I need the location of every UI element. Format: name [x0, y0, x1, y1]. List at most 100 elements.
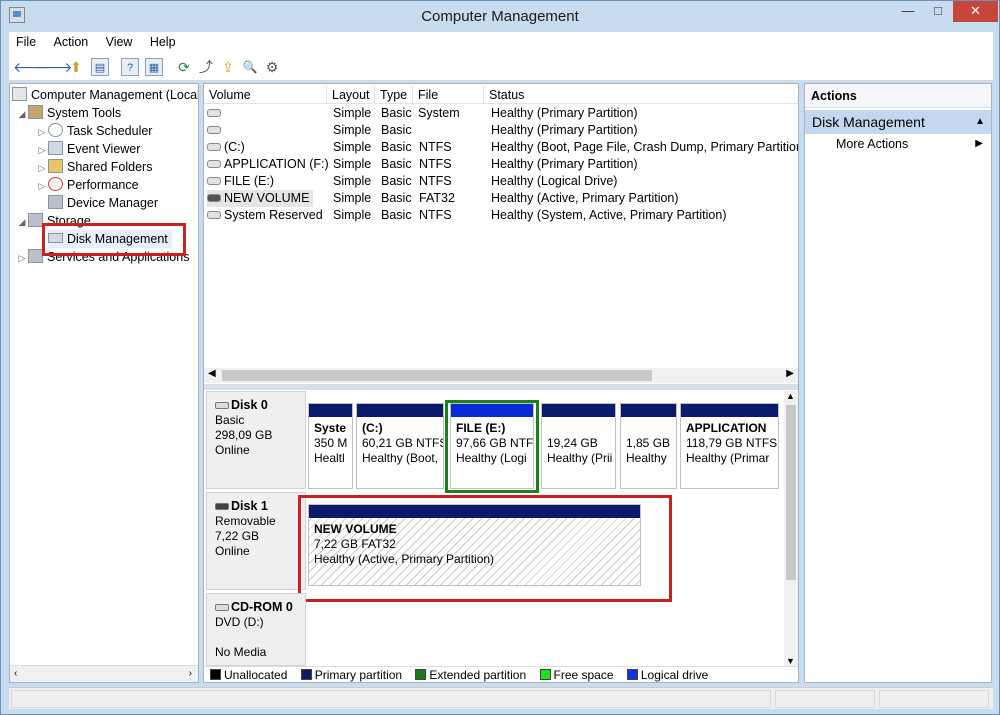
partition-system-reserved[interactable]: Syste 350 M Healtl	[308, 403, 353, 489]
minimize-button[interactable]: —	[893, 1, 923, 22]
partition-unlabeled-19gb[interactable]: 19,24 GB Healthy (Prii	[541, 403, 616, 489]
status-segment	[879, 690, 989, 708]
navigation-tree: Computer Management (Local ◢ System Tools…	[9, 83, 199, 683]
column-volume[interactable]: Volume	[204, 86, 327, 104]
volume-icon	[207, 211, 221, 219]
scroll-left-icon[interactable]: ◀	[208, 368, 216, 379]
tree-item-computer-management[interactable]: Computer Management (Local	[12, 86, 198, 104]
column-layout[interactable]: Layout	[327, 86, 375, 104]
legend-swatch-unallocated	[210, 669, 221, 680]
menu-help[interactable]: Help	[143, 32, 183, 52]
volume-row[interactable]: Simple Basic Healthy (Primary Partition)	[204, 105, 798, 122]
tree-item-task-scheduler[interactable]: ▷ Task Scheduler	[36, 122, 152, 140]
disk-drive-icon	[215, 402, 229, 409]
volume-row[interactable]: Simple Basic Healthy (Primary Partition)	[204, 122, 798, 139]
volume-list-header: Volume Layout Type File System Status	[204, 86, 798, 120]
tree-item-storage[interactable]: ◢ Storage	[16, 212, 91, 230]
tree-item-shared-folders[interactable]: ▷ Shared Folders	[36, 158, 152, 176]
status-segment	[775, 690, 875, 708]
column-status[interactable]: Status	[484, 86, 798, 104]
scroll-up-icon[interactable]: ▲	[786, 391, 795, 401]
volume-row[interactable]: FILE (E:) Simple Basic NTFS Healthy (Log…	[204, 173, 798, 190]
find-icon[interactable]: 🔍	[241, 58, 259, 76]
back-arrow-icon[interactable]: 🡐	[13, 58, 51, 76]
shared-folder-icon	[48, 159, 63, 173]
volume-row[interactable]: System Reserved Simple Basic NTFS Health…	[204, 207, 798, 224]
close-button[interactable]: ✕	[953, 1, 998, 22]
tree-item-performance[interactable]: ▷ Performance	[36, 176, 139, 194]
scrollbar-thumb[interactable]	[786, 405, 796, 580]
disk-1-header[interactable]: Disk 1 Removable 7,22 GB Online	[206, 492, 306, 590]
refresh-icon[interactable]: ⟳	[175, 58, 193, 76]
collapse-up-icon[interactable]: ▲	[975, 110, 985, 134]
tree-item-device-manager[interactable]: Device Manager	[48, 194, 158, 212]
collapse-arrow-icon[interactable]: ◢	[16, 105, 28, 123]
volume-row-selected[interactable]: NEW VOLUME Simple Basic FAT32 Healthy (A…	[204, 190, 798, 207]
menu-bar: File Action View Help	[9, 32, 993, 54]
actions-section-disk-management[interactable]: Disk Management ▲	[805, 110, 991, 134]
clock-icon	[48, 123, 63, 137]
disk-0-header[interactable]: Disk 0 Basic 298,09 GB Online	[206, 391, 306, 489]
partition-application-f[interactable]: APPLICATION 118,79 GB NTFS Healthy (Primar	[680, 403, 779, 489]
legend-swatch-primary	[300, 669, 312, 680]
removable-drive-icon	[207, 194, 221, 202]
expand-arrow-icon[interactable]: ▷	[36, 141, 48, 159]
volume-icon	[207, 160, 221, 168]
volume-row[interactable]: APPLICATION (F:) Simple Basic NTFS Healt…	[204, 156, 798, 173]
submenu-arrow-icon: ▶	[975, 138, 983, 149]
more-actions-item[interactable]: More Actions ▶	[805, 134, 991, 154]
partition-c[interactable]: (C:) 60,21 GB NTFS Healthy (Boot,	[356, 403, 444, 489]
cdrom-0-header[interactable]: CD-ROM 0 DVD (D:) No Media	[206, 593, 306, 666]
maximize-button[interactable]: □	[923, 1, 953, 22]
scroll-right-icon[interactable]: ▶	[786, 368, 794, 379]
expand-arrow-icon[interactable]: ▷	[36, 123, 48, 141]
menu-view[interactable]: View	[99, 32, 140, 52]
help-icon[interactable]: ?	[121, 58, 139, 76]
tree-item-event-viewer[interactable]: ▷ Event Viewer	[36, 140, 140, 158]
export-list-icon[interactable]: ⤴	[197, 58, 215, 76]
disk-graphical-view: Disk 0 Basic 298,09 GB Online Syste 350 M…	[204, 391, 798, 666]
open-folder-icon[interactable]: ⇪	[219, 58, 237, 76]
tree-item-system-tools[interactable]: ◢ System Tools	[16, 104, 121, 122]
expand-arrow-icon[interactable]: ▷	[36, 159, 48, 177]
computer-management-window: Computer Management — □ ✕ File Action Vi…	[0, 0, 1000, 715]
scroll-left-icon[interactable]: ‹	[14, 668, 17, 679]
disk-view-vertical-scrollbar[interactable]: ▲ ▼	[784, 391, 798, 666]
partition-file-e[interactable]: FILE (E:) 97,66 GB NTF Healthy (Logi	[450, 403, 534, 489]
scrollbar-thumb[interactable]	[222, 370, 652, 381]
menu-action[interactable]: Action	[47, 32, 96, 52]
title-bar[interactable]: Computer Management — □ ✕	[1, 1, 999, 31]
storage-icon	[28, 213, 43, 227]
expand-arrow-icon[interactable]: ▷	[16, 249, 28, 267]
volume-row[interactable]: (C:) Simple Basic NTFS Healthy (Boot, Pa…	[204, 139, 798, 156]
forward-arrow-icon[interactable]: 🡒	[35, 58, 73, 76]
cd-drive-icon	[215, 604, 229, 611]
scroll-down-icon[interactable]: ▼	[786, 656, 795, 666]
tree-item-services-and-applications[interactable]: ▷ Services and Applications	[16, 248, 189, 266]
tree-item-disk-management[interactable]: Disk Management	[48, 230, 172, 248]
settings-icon[interactable]: ⚙	[263, 58, 281, 76]
collapse-arrow-icon[interactable]: ◢	[16, 213, 28, 231]
status-segment	[11, 690, 771, 708]
scroll-right-icon[interactable]: ›	[189, 668, 192, 679]
status-bar	[9, 687, 993, 709]
partition-new-volume[interactable]: NEW VOLUME 7,22 GB FAT32 Healthy (Active, …	[308, 504, 641, 586]
properties-pane-icon[interactable]: ▦	[145, 58, 163, 76]
tree-horizontal-scrollbar[interactable]: ‹ ›	[10, 665, 198, 682]
volume-icon	[207, 143, 221, 151]
partition-legend: Unallocated Primary partition Extended p…	[204, 666, 798, 682]
actions-pane: Actions Disk Management ▲ More Actions ▶	[804, 83, 992, 683]
show-hide-tree-icon[interactable]: ▤	[91, 58, 109, 76]
removable-drive-icon	[215, 503, 229, 510]
column-file-system[interactable]: File System	[413, 86, 484, 120]
volume-list-horizontal-scrollbar[interactable]: ◀ ▶	[204, 368, 798, 383]
pane-splitter[interactable]	[204, 384, 798, 390]
partition-unlabeled-1gb[interactable]: 1,85 GB Healthy	[620, 403, 677, 489]
legend-swatch-free-space	[539, 669, 551, 680]
expand-arrow-icon[interactable]: ▷	[36, 177, 48, 195]
window-title: Computer Management	[421, 8, 579, 25]
menu-file[interactable]: File	[9, 32, 43, 52]
up-folder-icon[interactable]: ⬆	[67, 58, 85, 76]
volume-icon	[207, 126, 221, 134]
column-type[interactable]: Type	[375, 86, 413, 104]
